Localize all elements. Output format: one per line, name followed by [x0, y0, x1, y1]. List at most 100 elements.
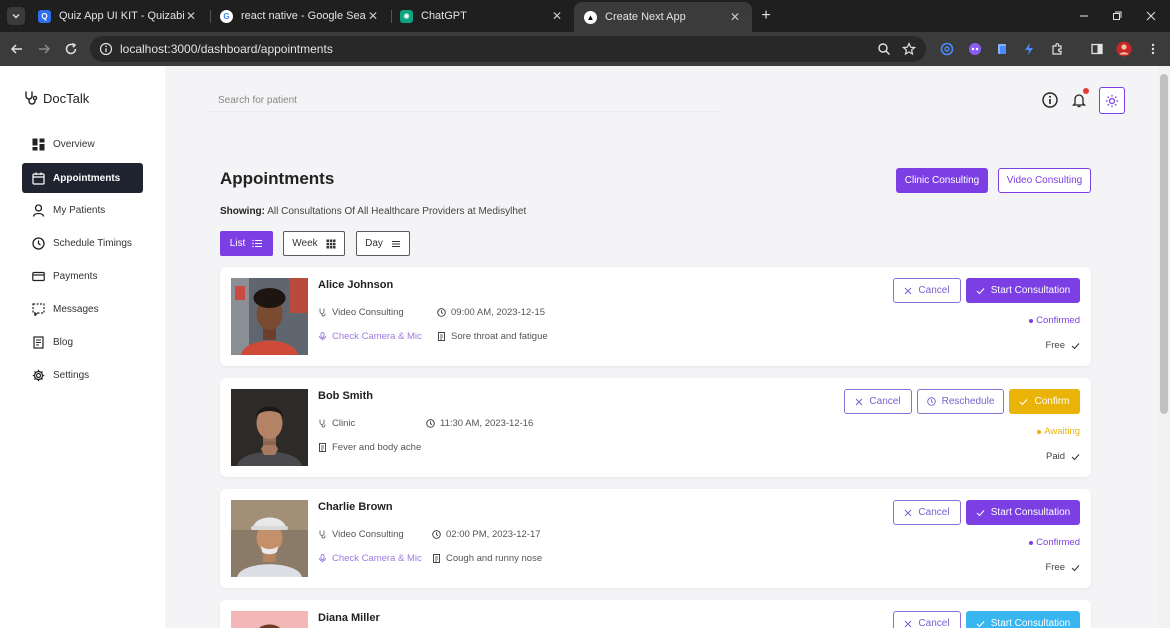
address-bar[interactable]: localhost:3000/dashboard/appointments: [90, 36, 926, 62]
reschedule-button[interactable]: Reschedule: [917, 389, 1004, 414]
cancel-button[interactable]: Cancel: [893, 500, 961, 525]
zoom-icon[interactable]: [876, 41, 892, 57]
sidebar-item-schedule-timings[interactable]: Schedule Timings: [22, 228, 143, 258]
appointment-reason: Cough and runny nose: [432, 553, 542, 564]
stethoscope-icon: [25, 91, 38, 105]
gear-icon: [31, 368, 45, 382]
quizabi-logo-icon: Q: [38, 9, 51, 23]
sidebar-item-payments[interactable]: Payments: [22, 261, 143, 291]
tab-title: Quiz App UI KIT - Quizabi: [59, 10, 184, 22]
theme-toggle-button[interactable]: [1099, 87, 1125, 114]
video-consulting-button[interactable]: Video Consulting: [998, 168, 1091, 193]
patient-photo: [231, 278, 308, 355]
patient-name: Bob Smith: [318, 390, 373, 402]
forward-arrow-icon[interactable]: [36, 41, 52, 57]
sidebar-item-appointments[interactable]: Appointments: [22, 163, 143, 193]
tab-title: react native - Google Search: [241, 10, 366, 22]
status-badge: Confirmed: [1029, 315, 1080, 326]
page-scrollbar[interactable]: [1158, 66, 1170, 628]
extension-purple-icon[interactable]: [967, 41, 983, 57]
close-icon[interactable]: ✕: [366, 9, 380, 23]
check-icon: [1019, 398, 1028, 406]
browser-tab-active[interactable]: ▲ Create Next App ✕: [574, 2, 752, 32]
status-dot: [1037, 429, 1042, 434]
search-input[interactable]: Search for patient: [210, 88, 720, 112]
nextjs-logo-icon: ▲: [584, 10, 597, 24]
clock-icon: [432, 530, 441, 539]
new-tab-button[interactable]: +: [758, 8, 774, 24]
page-title: Appointments: [220, 169, 335, 188]
document-icon: [31, 335, 45, 349]
window-close-icon[interactable]: [1143, 8, 1159, 24]
browser-tab-strip: Q Quiz App UI KIT - Quizabi ✕ G react na…: [0, 0, 1170, 32]
restore-icon[interactable]: [1109, 8, 1125, 24]
browser-tab[interactable]: ✺ ChatGPT ✕: [390, 0, 574, 32]
status-badge: Awaiting: [1037, 426, 1080, 437]
app-logo[interactable]: DocTalk: [23, 90, 89, 106]
bookmark-star-icon[interactable]: [901, 41, 917, 57]
sidebar-item-label: Overview: [53, 138, 95, 150]
patient-photo: [231, 500, 308, 577]
appointment-card: Charlie Brown Video Consulting 02:00 PM,…: [220, 489, 1091, 588]
close-icon[interactable]: ✕: [550, 9, 564, 23]
sidebar-item-settings[interactable]: Settings: [22, 360, 143, 390]
site-info-icon[interactable]: [99, 42, 113, 56]
clock-icon: [437, 308, 446, 317]
check-camera-link[interactable]: Check Camera & Mic: [318, 553, 422, 564]
start-consultation-button[interactable]: Start Consultation: [966, 611, 1080, 628]
check-icon: [976, 620, 985, 628]
profile-avatar-icon[interactable]: [1116, 41, 1132, 57]
confirm-button[interactable]: Confirm: [1009, 389, 1080, 414]
cancel-button[interactable]: Cancel: [844, 389, 912, 414]
view-day-button[interactable]: Day: [356, 231, 410, 256]
tab-title: ChatGPT: [421, 10, 467, 22]
microphone-icon: [318, 554, 327, 563]
close-icon[interactable]: ✕: [184, 9, 198, 23]
extension-bolt-icon[interactable]: [1021, 41, 1037, 57]
cancel-button[interactable]: Cancel: [893, 278, 961, 303]
menu-lines-icon: [391, 240, 400, 247]
sidebar-item-my-patients[interactable]: My Patients: [22, 195, 143, 225]
start-consultation-button[interactable]: Start Consultation: [966, 500, 1080, 525]
grid-icon: [31, 137, 45, 151]
url-text[interactable]: localhost:3000/dashboard/appointments: [120, 42, 333, 56]
cancel-button[interactable]: Cancel: [893, 611, 961, 628]
check-icon: [1071, 342, 1080, 350]
info-icon[interactable]: [1041, 91, 1059, 109]
close-icon[interactable]: ✕: [728, 10, 742, 24]
view-list-button[interactable]: List: [220, 231, 273, 256]
sidebar-item-messages[interactable]: Messages: [22, 294, 143, 324]
view-label: List: [229, 238, 246, 249]
email-extension-icon[interactable]: [939, 41, 955, 57]
tab-title: Create Next App: [605, 11, 686, 23]
scrollbar-thumb[interactable]: [1160, 74, 1168, 414]
view-week-button[interactable]: Week: [283, 231, 345, 256]
clock-icon: [926, 397, 936, 406]
extension-doc-icon[interactable]: [994, 41, 1010, 57]
appointment-time: 09:00 AM, 2023-12-15: [437, 307, 545, 318]
tab-search-button[interactable]: [7, 7, 25, 25]
check-camera-link[interactable]: Check Camera & Mic: [318, 331, 422, 342]
sidebar-item-label: Payments: [53, 270, 98, 282]
minimize-icon[interactable]: [1076, 8, 1092, 24]
reload-icon[interactable]: [63, 41, 79, 57]
sidebar-item-overview[interactable]: Overview: [22, 129, 143, 159]
stethoscope-icon: [318, 419, 327, 428]
chrome-menu-icon[interactable]: [1145, 41, 1161, 57]
appointment-time: 11:30 AM, 2023-12-16: [426, 418, 533, 429]
back-arrow-icon[interactable]: [9, 41, 25, 57]
patient-name: Charlie Brown: [318, 501, 393, 513]
side-panel-icon[interactable]: [1089, 41, 1105, 57]
clinic-consulting-button[interactable]: Clinic Consulting: [896, 168, 988, 193]
grid-small-icon: [326, 239, 336, 248]
close-icon: [904, 509, 912, 517]
start-consultation-button[interactable]: Start Consultation: [966, 278, 1080, 303]
extensions-puzzle-icon[interactable]: [1049, 41, 1065, 57]
stethoscope-icon: [318, 308, 327, 317]
sidebar-item-label: Appointments: [53, 172, 121, 184]
browser-tab[interactable]: Q Quiz App UI KIT - Quizabi ✕: [28, 0, 208, 32]
chevron-down-icon: [12, 14, 20, 19]
sidebar-item-blog[interactable]: Blog: [22, 327, 143, 357]
browser-tab[interactable]: G react native - Google Search ✕: [210, 0, 390, 32]
sun-icon: [1105, 94, 1119, 107]
